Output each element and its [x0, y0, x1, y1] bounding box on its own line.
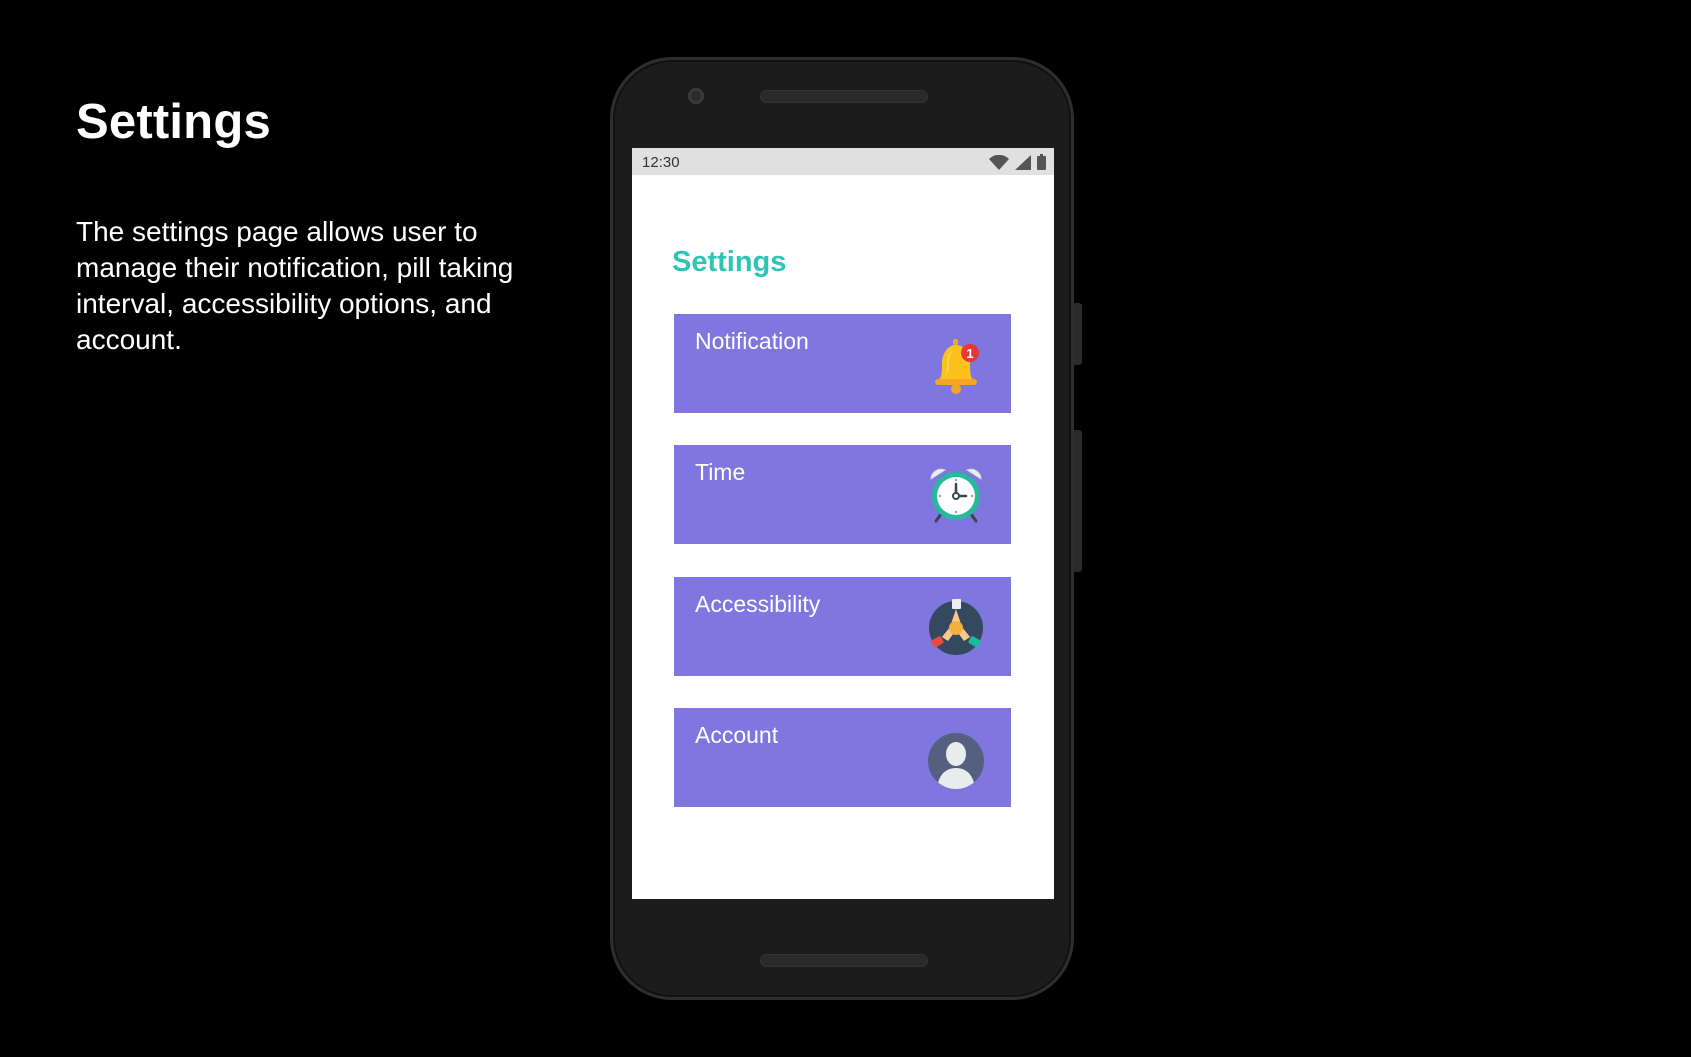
settings-item-label: Accessibility — [695, 591, 821, 617]
user-avatar-icon — [925, 728, 987, 790]
settings-item-label: Time — [695, 459, 746, 485]
accessibility-hands-icon — [925, 597, 987, 659]
battery-icon — [1037, 154, 1046, 170]
notification-badge: 1 — [966, 346, 973, 361]
settings-item-account[interactable]: Account — [674, 708, 1011, 807]
signal-icon — [1015, 154, 1031, 170]
settings-item-notification[interactable]: Notification 1 — [674, 314, 1011, 413]
bottom-speaker — [760, 954, 928, 967]
bell-icon: 1 — [925, 334, 987, 396]
status-time: 12:30 — [642, 154, 680, 171]
settings-item-label: Notification — [695, 328, 809, 354]
earpiece-speaker — [760, 90, 928, 103]
settings-item-time[interactable]: Time — [674, 445, 1011, 544]
settings-item-label: Account — [695, 722, 779, 748]
phone-screen: 12:30 Settings Notification 1 Time Acces… — [632, 148, 1054, 899]
settings-item-accessibility[interactable]: Accessibility — [674, 577, 1011, 676]
alarm-clock-icon — [925, 465, 987, 527]
slide-description: The settings page allows user to manage … — [76, 216, 514, 355]
front-camera — [688, 88, 704, 104]
slide-title: Settings — [76, 95, 271, 149]
wifi-icon — [989, 154, 1009, 170]
screen-title: Settings — [672, 246, 787, 278]
volume-button — [1074, 430, 1082, 572]
status-bar: 12:30 — [632, 148, 1054, 175]
power-button — [1074, 303, 1082, 365]
status-icons — [989, 153, 1046, 171]
